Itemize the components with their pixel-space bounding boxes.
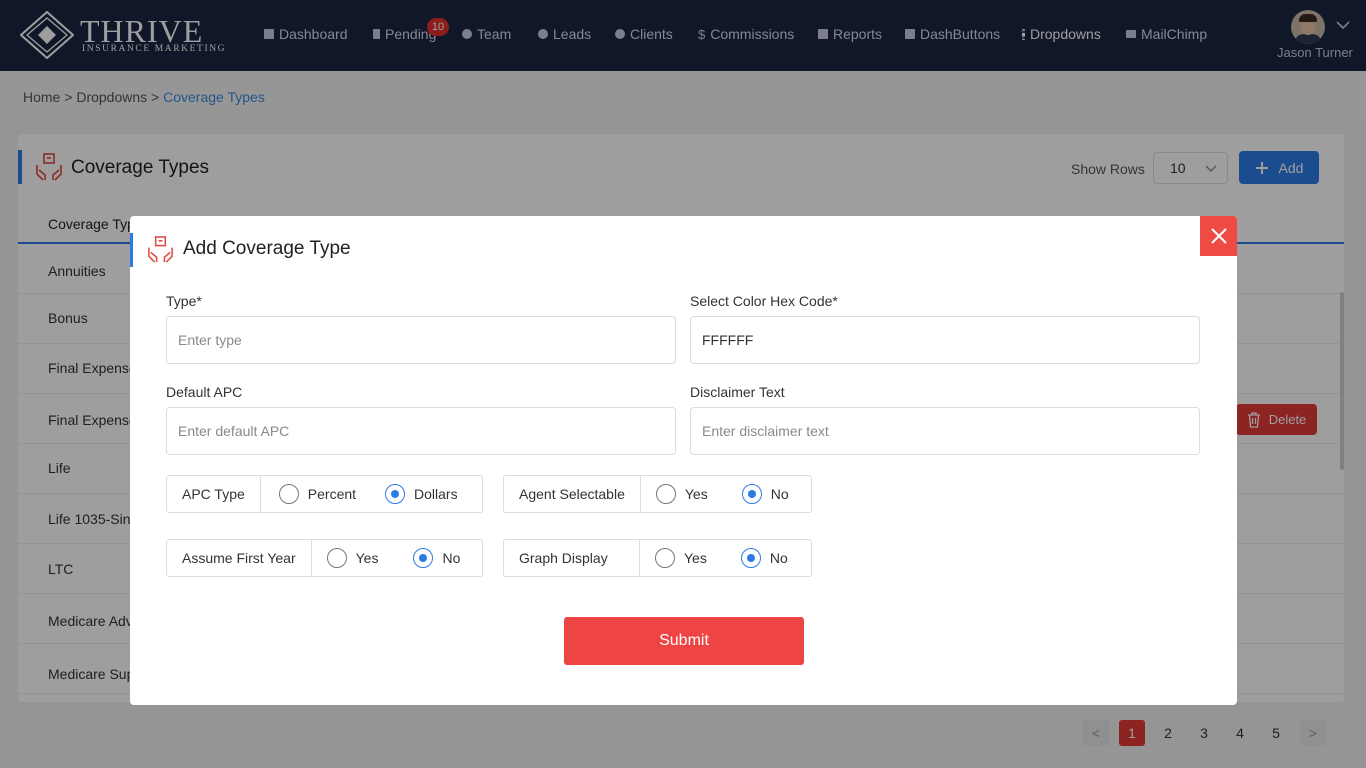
agent-selectable-yes-option[interactable]: Yes	[655, 484, 708, 504]
disclaimer-input[interactable]	[690, 407, 1200, 455]
hand-box-icon	[148, 236, 173, 263]
radio-yes[interactable]	[326, 548, 347, 568]
assume-first-year-yes-option[interactable]: Yes	[326, 548, 378, 568]
radio-percent[interactable]	[278, 484, 299, 504]
agent-selectable-no-option[interactable]: No	[741, 484, 789, 504]
graph-display-no-option[interactable]: No	[740, 548, 788, 568]
type-input[interactable]	[166, 316, 676, 364]
color-hex-label: Select Color Hex Code*	[690, 293, 838, 309]
graph-display-yes-option[interactable]: Yes	[655, 548, 707, 568]
apc-type-label: APC Type	[167, 476, 261, 512]
submit-button[interactable]: Submit	[564, 617, 804, 665]
default-apc-input[interactable]	[166, 407, 676, 455]
radio-no[interactable]	[740, 548, 761, 568]
assume-first-year-label: Assume First Year	[167, 540, 312, 576]
agent-selectable-group: Agent Selectable Yes No	[503, 475, 812, 513]
radio-no[interactable]	[741, 484, 762, 504]
agent-selectable-label: Agent Selectable	[504, 476, 641, 512]
graph-display-label: Graph Display	[504, 540, 640, 576]
graph-display-group: Graph Display Yes No	[503, 539, 812, 577]
close-button[interactable]	[1200, 216, 1237, 256]
type-label: Type*	[166, 293, 202, 309]
default-apc-label: Default APC	[166, 384, 243, 400]
assume-first-year-no-option[interactable]: No	[413, 548, 460, 568]
radio-no[interactable]	[413, 548, 434, 568]
radio-yes[interactable]	[655, 548, 675, 568]
apc-type-percent-option[interactable]: Percent	[278, 484, 356, 504]
radio-dollars[interactable]	[385, 484, 406, 504]
modal-title: Add Coverage Type	[183, 238, 351, 259]
apc-type-dollars-option[interactable]: Dollars	[385, 484, 458, 504]
radio-yes[interactable]	[655, 484, 676, 504]
close-icon	[1210, 228, 1227, 244]
assume-first-year-group: Assume First Year Yes No	[166, 539, 483, 577]
color-hex-input[interactable]	[690, 316, 1200, 364]
disclaimer-label: Disclaimer Text	[690, 384, 785, 400]
apc-type-group: APC Type Percent Dollars	[166, 475, 483, 513]
